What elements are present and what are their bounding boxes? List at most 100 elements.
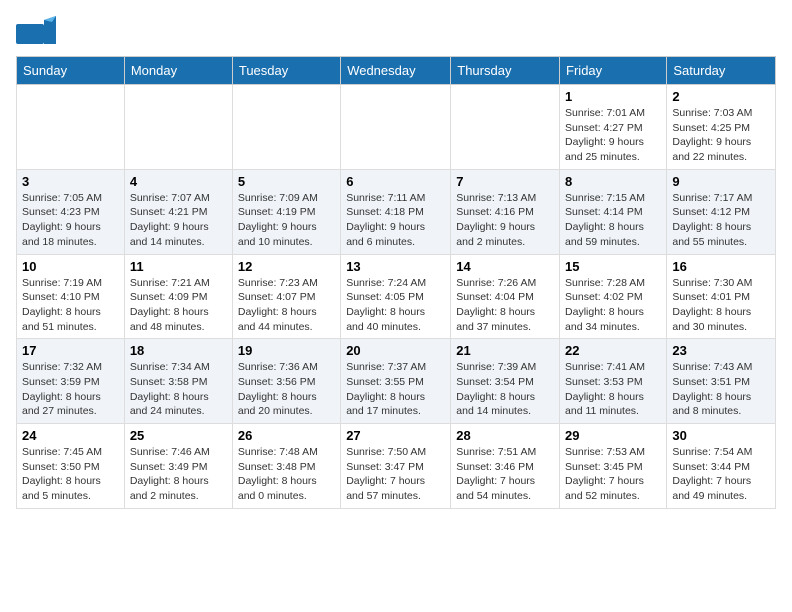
day-number: 8 [565, 174, 661, 189]
day-number: 3 [22, 174, 119, 189]
calendar-cell: 28 Sunrise: 7:51 AMSunset: 3:46 PMDayligh… [451, 424, 560, 509]
calendar-table: SundayMondayTuesdayWednesdayThursdayFrid… [16, 56, 776, 509]
day-number: 23 [672, 343, 770, 358]
day-info: Sunrise: 7:05 AMSunset: 4:23 PMDaylight:… [22, 191, 119, 250]
day-info: Sunrise: 7:03 AMSunset: 4:25 PMDaylight:… [672, 106, 770, 165]
day-number: 13 [346, 259, 445, 274]
day-info: Sunrise: 7:48 AMSunset: 3:48 PMDaylight:… [238, 445, 335, 504]
calendar-cell: 14Sunrise: 7:26 AMSunset: 4:04 PMDayligh… [451, 254, 560, 339]
calendar-cell: 17 Sunrise: 7:32 AMSunset: 3:59 PMDayligh… [17, 339, 125, 424]
calendar-cell: 16Sunrise: 7:30 AMSunset: 4:01 PMDayligh… [667, 254, 776, 339]
calendar-cell: 20Sunrise: 7:37 AMSunset: 3:55 PMDayligh… [341, 339, 451, 424]
day-number: 1 [565, 89, 661, 104]
day-info: Sunrise: 7:32 AMSunset: 3:59 PMDaylight:… [22, 360, 119, 419]
day-info: Sunrise: 7:30 AMSunset: 4:01 PMDaylight:… [672, 276, 770, 335]
day-number: 24 [22, 428, 119, 443]
day-info: Sunrise: 7:19 AMSunset: 4:10 PMDaylight:… [22, 276, 119, 335]
day-number: 27 [346, 428, 445, 443]
calendar-cell: 4Sunrise: 7:07 AMSunset: 4:21 PMDaylight… [124, 169, 232, 254]
day-info: Sunrise: 7:24 AMSunset: 4:05 PMDaylight:… [346, 276, 445, 335]
calendar-cell: 5 Sunrise: 7:09 AMSunset: 4:19 PMDaylight… [232, 169, 340, 254]
day-info: Sunrise: 7:43 AMSunset: 3:51 PMDaylight:… [672, 360, 770, 419]
logo [16, 16, 60, 48]
calendar-cell: 3 Sunrise: 7:05 AMSunset: 4:23 PMDaylight… [17, 169, 125, 254]
day-info: Sunrise: 7:39 AMSunset: 3:54 PMDaylight:… [456, 360, 554, 419]
day-info: Sunrise: 7:34 AMSunset: 3:58 PMDaylight:… [130, 360, 227, 419]
calendar-cell: 25 Sunrise: 7:46 AMSunset: 3:49 PMDayligh… [124, 424, 232, 509]
day-info: Sunrise: 7:15 AMSunset: 4:14 PMDaylight:… [565, 191, 661, 250]
calendar-cell: 30 Sunrise: 7:54 AMSunset: 3:44 PMDayligh… [667, 424, 776, 509]
calendar-cell: 9Sunrise: 7:17 AMSunset: 4:12 PMDaylight… [667, 169, 776, 254]
day-info: Sunrise: 7:09 AMSunset: 4:19 PMDaylight:… [238, 191, 335, 250]
day-number: 12 [238, 259, 335, 274]
calendar-cell: 2 Sunrise: 7:03 AMSunset: 4:25 PMDaylight… [667, 85, 776, 170]
day-number: 19 [238, 343, 335, 358]
calendar-cell: 21Sunrise: 7:39 AMSunset: 3:54 PMDayligh… [451, 339, 560, 424]
calendar-cell: 19 Sunrise: 7:36 AMSunset: 3:56 PMDayligh… [232, 339, 340, 424]
calendar-cell: 23 Sunrise: 7:43 AMSunset: 3:51 PMDayligh… [667, 339, 776, 424]
day-info: Sunrise: 7:46 AMSunset: 3:49 PMDaylight:… [130, 445, 227, 504]
calendar-cell [232, 85, 340, 170]
day-number: 5 [238, 174, 335, 189]
calendar-cell: 15 Sunrise: 7:28 AMSunset: 4:02 PMDayligh… [560, 254, 667, 339]
day-number: 6 [346, 174, 445, 189]
day-number: 17 [22, 343, 119, 358]
calendar-cell: 7 Sunrise: 7:13 AMSunset: 4:16 PMDaylight… [451, 169, 560, 254]
calendar-cell: 10 Sunrise: 7:19 AMSunset: 4:10 PMDayligh… [17, 254, 125, 339]
calendar-cell: 12 Sunrise: 7:23 AMSunset: 4:07 PMDayligh… [232, 254, 340, 339]
day-info: Sunrise: 7:28 AMSunset: 4:02 PMDaylight:… [565, 276, 661, 335]
calendar-week-row: 17 Sunrise: 7:32 AMSunset: 3:59 PMDayligh… [17, 339, 776, 424]
day-number: 15 [565, 259, 661, 274]
day-number: 22 [565, 343, 661, 358]
calendar-cell [124, 85, 232, 170]
calendar-cell: 8 Sunrise: 7:15 AMSunset: 4:14 PMDaylight… [560, 169, 667, 254]
weekday-header: Friday [560, 57, 667, 85]
calendar-week-row: 10 Sunrise: 7:19 AMSunset: 4:10 PMDayligh… [17, 254, 776, 339]
weekday-header: Monday [124, 57, 232, 85]
day-number: 30 [672, 428, 770, 443]
calendar-cell: 24Sunrise: 7:45 AMSunset: 3:50 PMDayligh… [17, 424, 125, 509]
weekday-header: Wednesday [341, 57, 451, 85]
calendar-cell: 11Sunrise: 7:21 AMSunset: 4:09 PMDayligh… [124, 254, 232, 339]
logo-icon [16, 16, 56, 48]
day-number: 25 [130, 428, 227, 443]
calendar-cell: 18Sunrise: 7:34 AMSunset: 3:58 PMDayligh… [124, 339, 232, 424]
calendar-week-row: 1 Sunrise: 7:01 AMSunset: 4:27 PMDaylight… [17, 85, 776, 170]
calendar-cell: 29 Sunrise: 7:53 AMSunset: 3:45 PMDayligh… [560, 424, 667, 509]
day-info: Sunrise: 7:01 AMSunset: 4:27 PMDaylight:… [565, 106, 661, 165]
header [16, 16, 776, 48]
day-number: 2 [672, 89, 770, 104]
day-number: 4 [130, 174, 227, 189]
calendar-cell [341, 85, 451, 170]
weekday-header: Thursday [451, 57, 560, 85]
day-info: Sunrise: 7:53 AMSunset: 3:45 PMDaylight:… [565, 445, 661, 504]
day-info: Sunrise: 7:50 AMSunset: 3:47 PMDaylight:… [346, 445, 445, 504]
day-number: 29 [565, 428, 661, 443]
day-info: Sunrise: 7:51 AMSunset: 3:46 PMDaylight:… [456, 445, 554, 504]
calendar-cell: 26 Sunrise: 7:48 AMSunset: 3:48 PMDayligh… [232, 424, 340, 509]
weekday-header: Sunday [17, 57, 125, 85]
day-info: Sunrise: 7:13 AMSunset: 4:16 PMDaylight:… [456, 191, 554, 250]
day-number: 28 [456, 428, 554, 443]
day-number: 7 [456, 174, 554, 189]
calendar-cell: 6Sunrise: 7:11 AMSunset: 4:18 PMDaylight… [341, 169, 451, 254]
calendar-header-row: SundayMondayTuesdayWednesdayThursdayFrid… [17, 57, 776, 85]
day-number: 26 [238, 428, 335, 443]
calendar-cell [451, 85, 560, 170]
day-info: Sunrise: 7:54 AMSunset: 3:44 PMDaylight:… [672, 445, 770, 504]
day-info: Sunrise: 7:21 AMSunset: 4:09 PMDaylight:… [130, 276, 227, 335]
day-number: 10 [22, 259, 119, 274]
day-info: Sunrise: 7:37 AMSunset: 3:55 PMDaylight:… [346, 360, 445, 419]
day-info: Sunrise: 7:23 AMSunset: 4:07 PMDaylight:… [238, 276, 335, 335]
day-info: Sunrise: 7:41 AMSunset: 3:53 PMDaylight:… [565, 360, 661, 419]
day-info: Sunrise: 7:36 AMSunset: 3:56 PMDaylight:… [238, 360, 335, 419]
day-info: Sunrise: 7:17 AMSunset: 4:12 PMDaylight:… [672, 191, 770, 250]
calendar-week-row: 24Sunrise: 7:45 AMSunset: 3:50 PMDayligh… [17, 424, 776, 509]
weekday-header: Saturday [667, 57, 776, 85]
day-info: Sunrise: 7:26 AMSunset: 4:04 PMDaylight:… [456, 276, 554, 335]
calendar-cell: 22 Sunrise: 7:41 AMSunset: 3:53 PMDayligh… [560, 339, 667, 424]
calendar-cell: 27 Sunrise: 7:50 AMSunset: 3:47 PMDayligh… [341, 424, 451, 509]
calendar-week-row: 3 Sunrise: 7:05 AMSunset: 4:23 PMDaylight… [17, 169, 776, 254]
calendar-cell: 13 Sunrise: 7:24 AMSunset: 4:05 PMDayligh… [341, 254, 451, 339]
calendar-cell [17, 85, 125, 170]
